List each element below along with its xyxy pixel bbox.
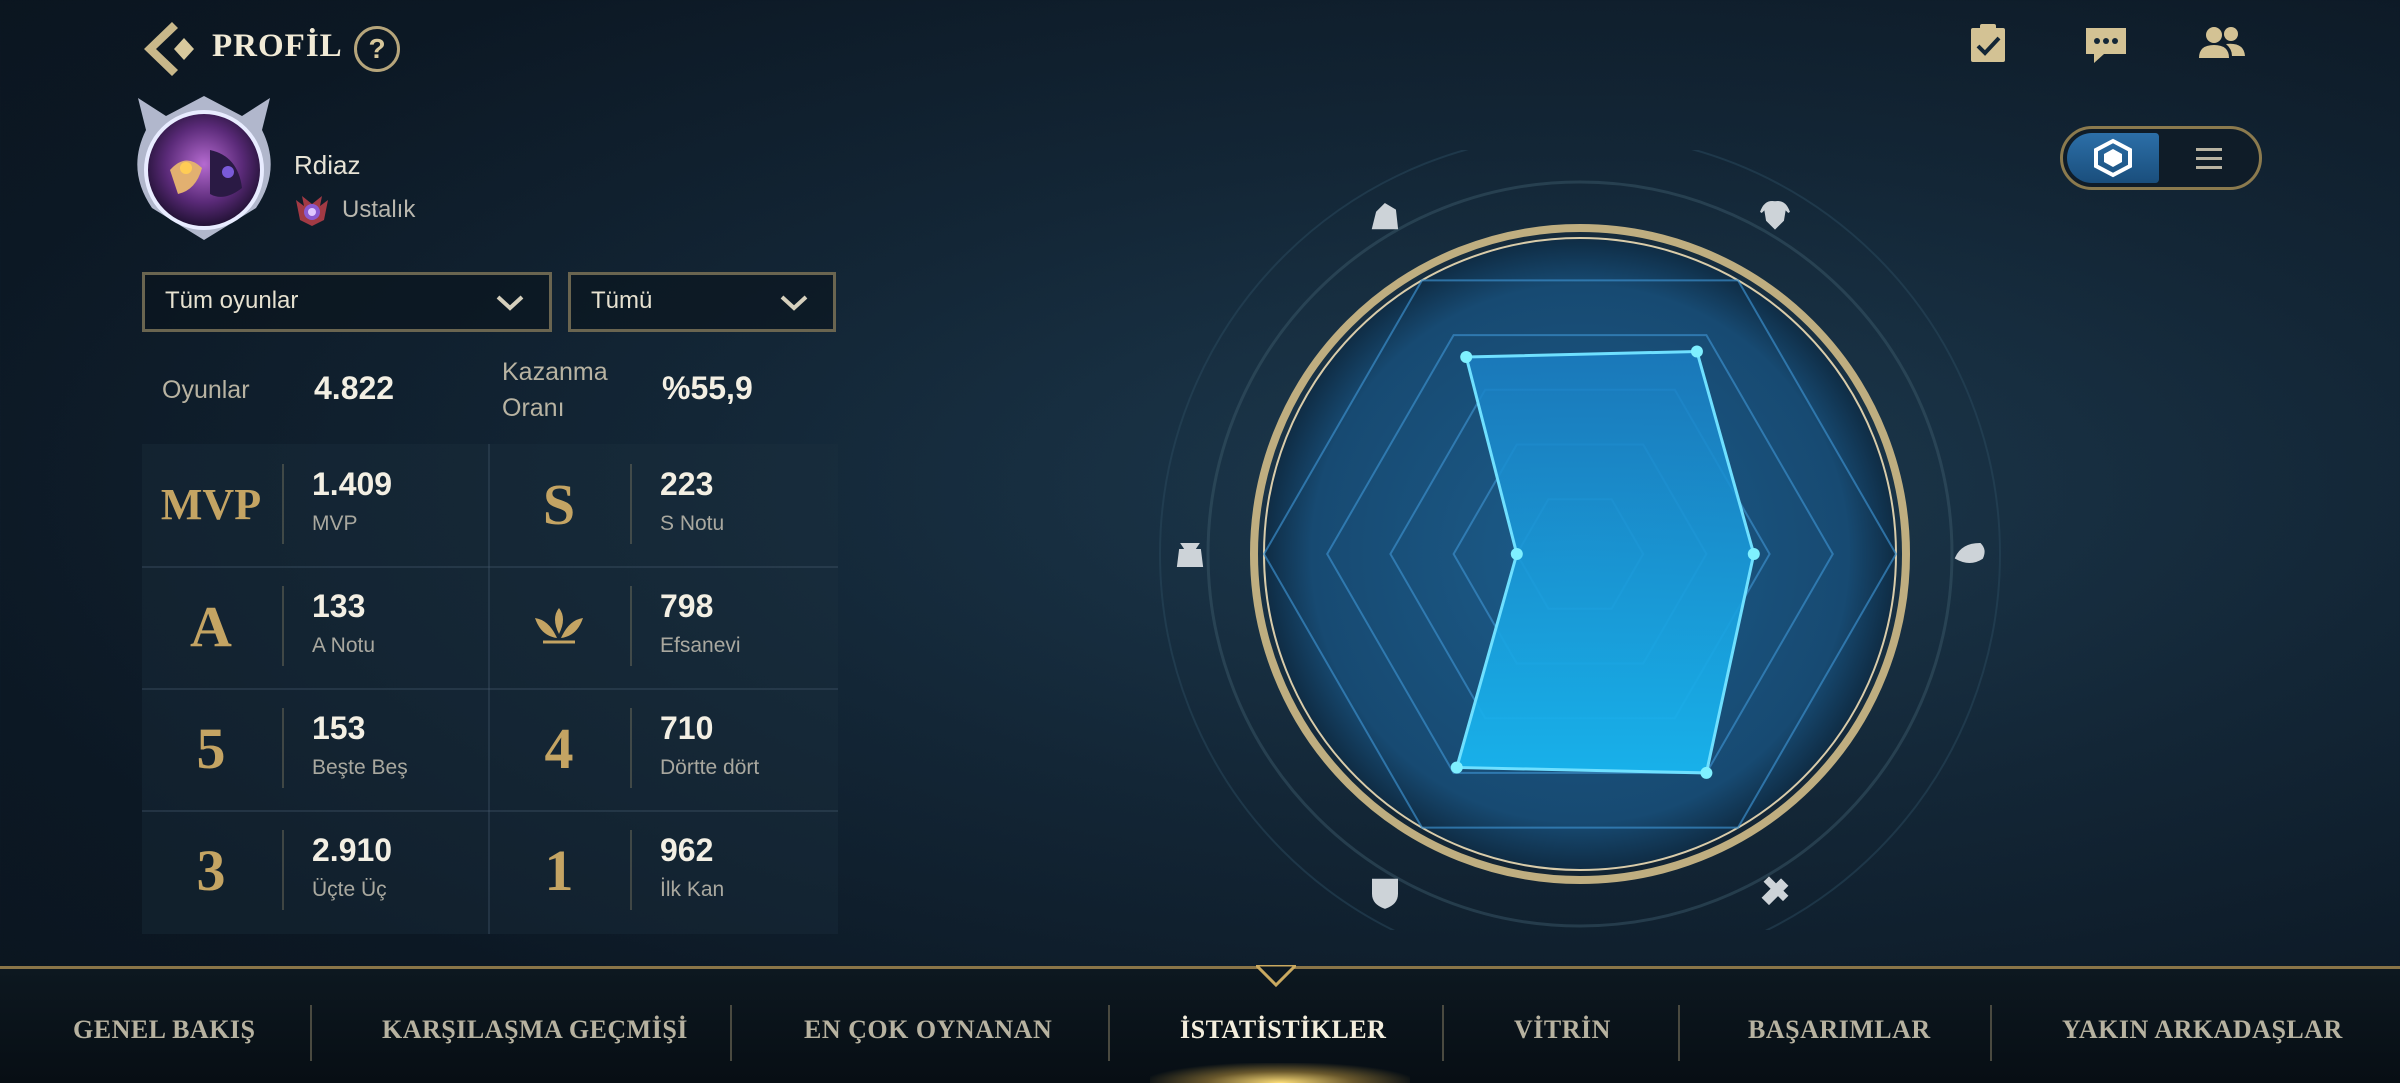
game-mode-dropdown[interactable]: Tüm oyunlar (142, 272, 552, 332)
page-title: PROFİL (212, 28, 343, 64)
winrate-label-line2: Oranı (502, 394, 565, 422)
game-mode-value: Tüm oyunlar (165, 287, 299, 314)
tab-overview[interactable]: GENEL BAKIŞ (73, 1015, 256, 1045)
list-view-button[interactable] (2163, 133, 2255, 183)
stat-value: 1.409 (312, 466, 393, 502)
stat-value: 133 (312, 588, 366, 624)
stat-value: 710 (660, 710, 714, 746)
assassin-icon[interactable] (1176, 543, 1204, 567)
mage-icon[interactable] (1760, 200, 1790, 230)
stat-legendary: 798 Efsanevi (490, 566, 838, 690)
winrate-label-line1: Kazanma (502, 358, 608, 386)
a-grade-emblem: A (190, 593, 232, 659)
stat-label: MVP (312, 512, 358, 535)
radar-point-2 (1747, 548, 1760, 560)
tab-close-friends[interactable]: YAKIN ARKADAŞLAR (2062, 1015, 2343, 1045)
role-radar-chart (1140, 133, 2040, 975)
player-name: Rdiaz (294, 150, 361, 180)
winrate-value: %55,9 (662, 370, 753, 406)
rank-label: Ustalık (342, 196, 416, 223)
pentakill-emblem: 5 (196, 715, 226, 781)
stat-value: 223 (660, 466, 714, 502)
tank-icon[interactable] (1372, 878, 1398, 909)
games-value: 4.822 (314, 370, 395, 406)
stat-first-blood: 1 962 İlk Kan (490, 810, 838, 932)
games-label: Oyunlar (162, 376, 250, 404)
stat-value: 2.910 (312, 832, 393, 868)
chat-icon[interactable] (2082, 22, 2134, 74)
support-icon[interactable] (1954, 542, 1985, 563)
chevron-down-icon (496, 295, 524, 311)
stat-label: A Notu (312, 634, 376, 657)
mastery-rank-icon (294, 192, 330, 228)
bottom-nav: GENEL BAKIŞ KARŞILAŞMA GEÇMİŞİ EN ÇOK OY… (0, 965, 2400, 1083)
help-button[interactable]: ? (354, 26, 400, 72)
fighter-icon[interactable] (1371, 202, 1399, 230)
tab-statistics[interactable]: İSTATİSTİKLER (1180, 1015, 1386, 1045)
radar-point-3 (1700, 766, 1713, 779)
stat-value: 798 (660, 588, 714, 624)
stat-label: Beşte Beş (312, 756, 408, 779)
radar-point-1 (1690, 345, 1703, 358)
stat-quadrakill: 4 710 Dörtte dört (490, 688, 838, 812)
list-icon (2196, 148, 2222, 169)
triplekill-emblem: 3 (196, 837, 226, 903)
stat-label: S Notu (660, 512, 725, 535)
marksman-icon[interactable] (1761, 876, 1789, 906)
hexagon-icon (2094, 138, 2132, 178)
radar-point-0 (1460, 350, 1473, 363)
friends-icon[interactable] (2196, 22, 2248, 74)
first-blood-emblem: 1 (544, 837, 574, 903)
stat-label: Üçte Üç (312, 878, 387, 901)
legendary-icon (490, 576, 628, 676)
radar-point-4 (1450, 761, 1463, 774)
mvp-emblem: MVP (160, 479, 262, 529)
role-value: Tümü (591, 287, 653, 314)
stat-label: İlk Kan (660, 878, 725, 901)
view-toggle[interactable] (2060, 126, 2262, 190)
quadrakill-emblem: 4 (544, 715, 574, 781)
stat-label: Efsanevi (660, 634, 741, 657)
back-button[interactable] (138, 18, 196, 80)
stat-value: 962 (660, 832, 714, 868)
active-tab-glow (1150, 1063, 1410, 1083)
stats-grid: MVP 1.409 MVP S 223 S Notu A 133 A Notu … (142, 444, 838, 934)
chevron-down-icon (780, 295, 808, 311)
tab-most-played[interactable]: EN ÇOK OYNANAN (804, 1015, 1052, 1045)
tab-showcase[interactable]: VİTRİN (1514, 1015, 1611, 1045)
s-grade-emblem: S (542, 471, 576, 537)
stat-a-grade: A 133 A Notu (142, 566, 490, 690)
radar-view-button[interactable] (2067, 133, 2159, 183)
stat-triplekill: 3 2.910 Üçte Üç (142, 810, 490, 932)
stat-value: 153 (312, 710, 366, 746)
role-dropdown[interactable]: Tümü (568, 272, 836, 332)
tab-achievements[interactable]: BAŞARIMLAR (1748, 1015, 1931, 1045)
stat-s-grade: S 223 S Notu (490, 444, 838, 568)
missions-icon[interactable] (1966, 22, 2018, 74)
stat-pentakill: 5 153 Beşte Beş (142, 688, 490, 812)
tab-match-history[interactable]: KARŞILAŞMA GEÇMİŞİ (382, 1015, 688, 1045)
stat-mvp: MVP 1.409 MVP (142, 444, 490, 568)
avatar[interactable] (126, 90, 282, 246)
back-arrow-icon (144, 22, 194, 76)
radar-point-5 (1510, 548, 1523, 560)
active-tab-marker (1256, 965, 1296, 988)
stat-label: Dörtte dört (660, 756, 760, 779)
